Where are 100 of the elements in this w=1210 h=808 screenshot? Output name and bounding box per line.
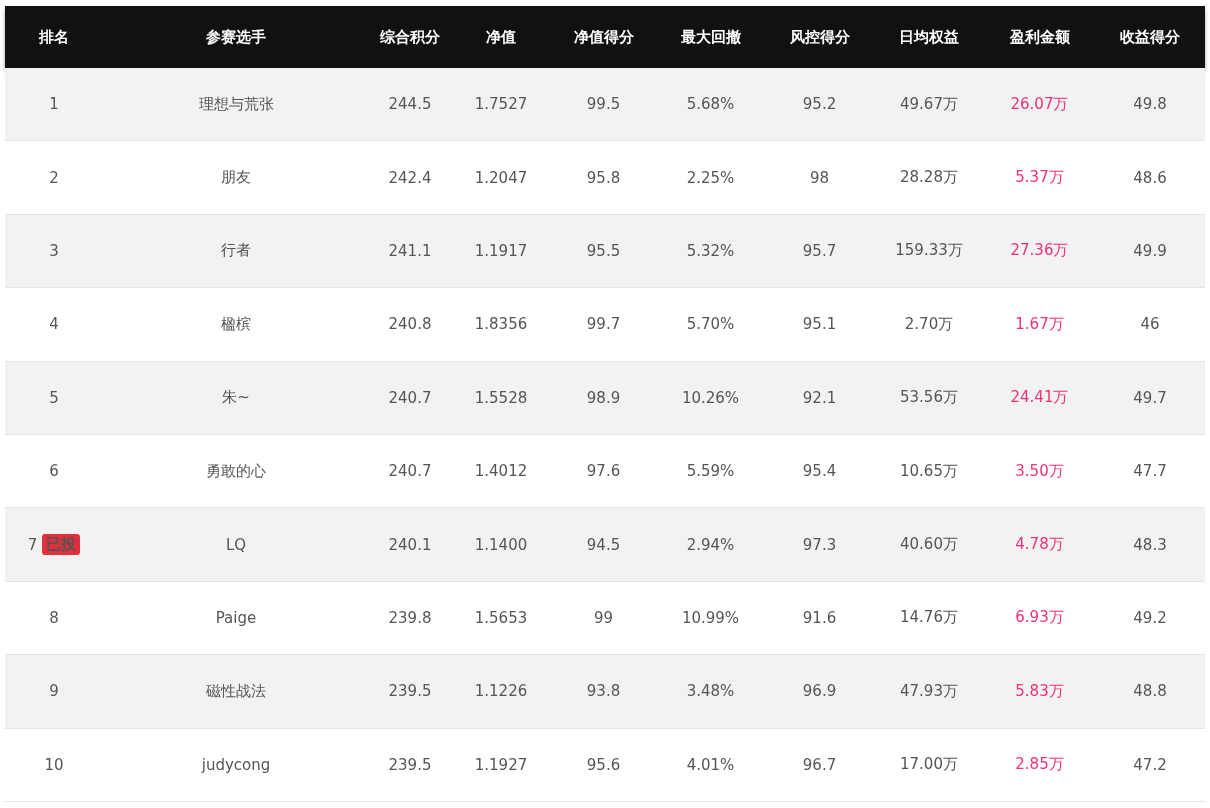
player-name: 楹槟	[220, 314, 252, 334]
table-cell-text: 97.6	[585, 462, 622, 481]
table-cell-text: 10.26%	[680, 388, 741, 407]
table-cell-text: 48.8	[1132, 682, 1168, 701]
player-name: 勇敢的心	[205, 461, 267, 481]
table-cell-text: 47.2	[1132, 755, 1168, 774]
table-cell-text: 241.1	[387, 241, 433, 260]
table-cell-text: 239.8	[387, 608, 433, 627]
table-cell-text: 1.1927	[473, 755, 529, 774]
table-cell-text: 49.8	[1132, 95, 1168, 114]
table-cell-text: 47.7	[1132, 462, 1168, 481]
rank-cell: 5	[49, 388, 59, 407]
table-cell-text: 95.6	[585, 755, 622, 774]
table-cell-text: 49.7	[1132, 388, 1168, 407]
table-cell-text: 46	[1139, 315, 1161, 334]
table-cell-text: 6.93万	[1014, 608, 1065, 628]
table-cell-text: 48.6	[1132, 168, 1168, 187]
table-cell-text: 159.33万	[894, 241, 964, 261]
table-cell-text: 1.1400	[473, 535, 529, 554]
table-cell-text: 49.67万	[899, 94, 959, 114]
table-cell-text: 240.7	[387, 388, 433, 407]
player-name: LQ	[224, 535, 248, 554]
table-cell-text: 4.01%	[685, 755, 736, 774]
table-cell-text: 240.1	[387, 535, 433, 554]
table-cell-text: 28.28万	[899, 168, 959, 188]
column-header: 最大回撤	[679, 27, 742, 47]
player-name: 磁性战法	[205, 681, 267, 701]
column-header: 净值	[485, 27, 517, 47]
table-cell-text: 2.70万	[903, 314, 955, 334]
table-cell-text: 40.60万	[899, 535, 959, 555]
column-header: 净值得分	[572, 27, 635, 47]
table-cell-text: 1.2047	[473, 168, 529, 187]
table-cell-text: 49.9	[1132, 241, 1168, 260]
table-cell-text: 24.41万	[1009, 388, 1070, 408]
player-name: 朋友	[220, 168, 252, 188]
table-cell-text: 14.76万	[899, 608, 959, 628]
column-header: 日均权益	[898, 27, 960, 47]
player-name: judycong	[200, 755, 272, 774]
table-cell-text: 95.2	[801, 95, 838, 114]
table-cell-text: 47.93万	[899, 681, 959, 701]
table-cell-text: 5.59%	[685, 462, 736, 481]
table-cell-text: 5.32%	[685, 241, 736, 260]
table-cell-text: 26.07万	[1009, 94, 1070, 114]
rank-cell: 1	[49, 95, 59, 114]
table-cell-text: 95.8	[585, 168, 622, 187]
table-cell-text: 93.8	[585, 682, 622, 701]
table-cell-text: 1.67万	[1014, 314, 1065, 334]
table-cell-text: 1.7527	[473, 95, 529, 114]
table-cell-text: 242.4	[387, 168, 433, 187]
column-header: 收益得分	[1119, 27, 1181, 47]
table-cell-text: 1.8356	[473, 315, 529, 334]
table-cell-text: 53.56万	[899, 388, 959, 408]
table-cell-text: 49.2	[1132, 608, 1168, 627]
table-cell-text: 10.65万	[899, 461, 959, 481]
table-cell-text: 1.1226	[473, 682, 529, 701]
rank-cell: 4	[49, 315, 59, 334]
rank-cell: 7	[27, 535, 38, 554]
table-cell-text: 98	[808, 168, 831, 187]
table-cell-text: 95.4	[801, 462, 838, 481]
table-cell-text: 244.5	[387, 95, 433, 114]
table-cell-text: 99.5	[585, 95, 622, 114]
table-cell-text: 98.9	[585, 388, 622, 407]
table-cell-text: 4.78万	[1014, 535, 1065, 555]
table-cell-text: 5.68%	[685, 95, 736, 114]
table-cell-text: 5.70%	[685, 315, 736, 334]
table-cell-text: 48.3	[1132, 535, 1168, 554]
table-cell-text: 3.50万	[1014, 461, 1065, 481]
column-header: 参赛选手	[205, 27, 267, 47]
column-header: 盈利金额	[1008, 27, 1071, 47]
table-cell-text: 5.37万	[1014, 168, 1065, 188]
table-cell-text: 1.5653	[473, 608, 529, 627]
table-cell-text: 240.7	[387, 462, 433, 481]
table-cell-text: 96.9	[801, 682, 838, 701]
table-cell-text: 95.5	[585, 241, 622, 260]
column-header: 风控得分	[788, 27, 851, 47]
player-name: 理想与荒张	[197, 94, 275, 114]
table-cell-text: 1.5528	[473, 388, 529, 407]
table-cell-text: 1.1917	[473, 241, 529, 260]
table-cell-text: 2.94%	[685, 535, 736, 554]
table-cell-text: 92.1	[801, 388, 838, 407]
table-cell-text: 5.83万	[1014, 681, 1065, 701]
rank-cell: 9	[49, 682, 59, 701]
player-name: 行者	[220, 241, 252, 261]
rank-cell: 3	[49, 241, 59, 260]
table-cell-text: 2.85万	[1014, 755, 1065, 775]
table-cell-text: 1.4012	[473, 462, 529, 481]
table-cell-text: 91.6	[801, 608, 838, 627]
player-name: 朱~	[221, 388, 251, 408]
table-cell-text: 96.7	[801, 755, 838, 774]
table-cell-text: 239.5	[387, 682, 433, 701]
table-cell-text: 94.5	[585, 535, 622, 554]
rank-cell: 6	[49, 462, 59, 481]
rank-cell: 10	[44, 755, 64, 774]
table-cell-text: 95.1	[801, 315, 838, 334]
rank-cell: 8	[49, 608, 59, 627]
table-cell-text: 240.8	[387, 315, 433, 334]
column-header: 综合积分	[379, 27, 441, 47]
table-cell-text: 2.25%	[685, 168, 736, 187]
table-cell-text: 99	[592, 608, 615, 627]
table-cell-text: 239.5	[387, 755, 433, 774]
